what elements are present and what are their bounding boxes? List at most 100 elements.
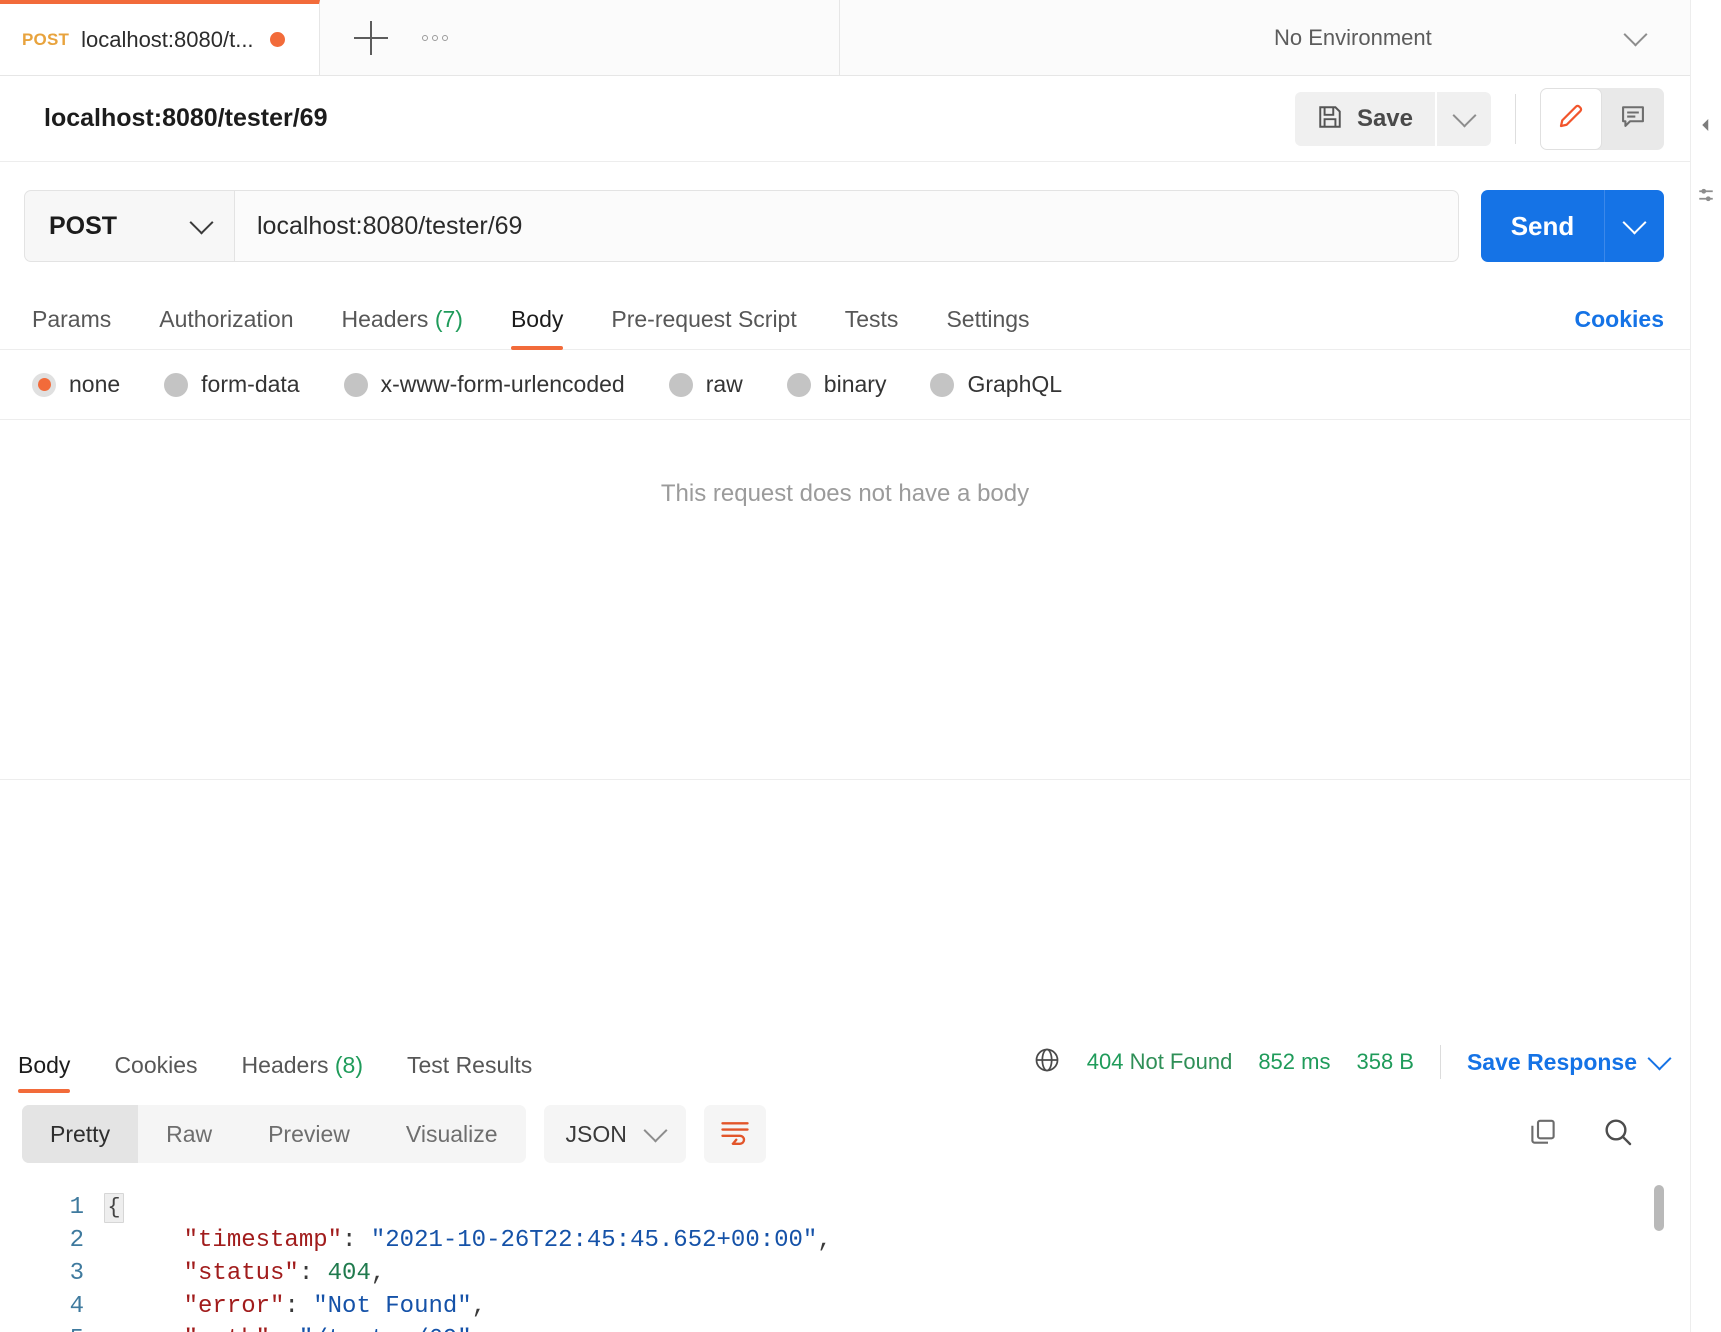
tab-bar-actions [320, 0, 840, 75]
response-meta: 404 Not Found 852 ms 358 B Save Response [1033, 1045, 1672, 1093]
json-key: "path" [184, 1326, 270, 1332]
tab-label: Settings [946, 306, 1030, 332]
body-type-urlencoded[interactable]: x-www-form-urlencoded [343, 371, 625, 398]
view-preview[interactable]: Preview [240, 1105, 378, 1163]
json-value-link[interactable]: /tester/69 [313, 1326, 457, 1332]
sliders-icon[interactable] [1697, 186, 1715, 209]
method-selector[interactable]: POST [24, 190, 234, 262]
line-number: 4 [69, 1293, 84, 1320]
tab-pre-request-script[interactable]: Pre-request Script [611, 306, 796, 349]
body-type-raw[interactable]: raw [668, 371, 743, 398]
response-body-viewer[interactable]: 1 { 2 "timestamp": "2021-10-26T22:45:45.… [0, 1173, 1690, 1332]
edit-mode-button[interactable] [1540, 87, 1602, 150]
tab-settings[interactable]: Settings [946, 306, 1029, 349]
save-button-label: Save [1356, 104, 1413, 132]
json-key: "timestamp" [183, 1227, 343, 1254]
json-comma: , [370, 1260, 386, 1287]
response-time: 852 ms [1258, 1049, 1331, 1074]
radio-icon [343, 372, 368, 397]
body-type-graphql[interactable]: GraphQL [930, 371, 1062, 398]
language-selector[interactable]: JSON [543, 1105, 686, 1163]
view-raw[interactable]: Raw [138, 1105, 240, 1163]
cookies-link[interactable]: Cookies [1575, 306, 1664, 349]
radio-icon [32, 372, 56, 397]
body-type-binary[interactable]: binary [786, 371, 887, 398]
request-tab[interactable]: POST localhost:8080/t... [0, 0, 320, 75]
json-value: "Not Found" [313, 1293, 472, 1320]
tab-tests[interactable]: Tests [845, 306, 899, 349]
search-icon[interactable] [1602, 1116, 1634, 1153]
tab-label: Authorization [159, 306, 294, 332]
collapse-arrow-icon[interactable] [1697, 116, 1715, 139]
line-number: 5 [0, 1323, 104, 1332]
word-wrap-icon [720, 1119, 750, 1150]
divider [1515, 93, 1516, 144]
code-scrollbar-thumb-top[interactable] [1654, 1185, 1664, 1231]
tab-headers[interactable]: Headers (7) [342, 306, 463, 349]
unsaved-dot-icon [269, 32, 285, 47]
save-button[interactable]: Save [1294, 91, 1435, 146]
method-selector-value: POST [49, 211, 118, 240]
fold-marker [104, 1257, 126, 1290]
response-tab-cookies[interactable]: Cookies [114, 1052, 197, 1093]
comment-button[interactable] [1602, 88, 1664, 150]
tab-label: Params [32, 306, 112, 332]
send-dropdown-button[interactable] [1604, 190, 1664, 262]
tab-body[interactable]: Body [510, 306, 564, 350]
view-pretty[interactable]: Pretty [22, 1105, 139, 1163]
globe-icon [1033, 1046, 1061, 1079]
code-text: "timestamp": "2021-10-26T22:45:45.652+00… [126, 1224, 832, 1257]
body-type-label: binary [823, 371, 887, 397]
ellipsis-icon[interactable] [422, 34, 448, 41]
radio-icon [786, 372, 811, 397]
tab-authorization[interactable]: Authorization [159, 306, 293, 349]
code-line: 1 { [0, 1191, 1690, 1224]
empty-body-text: This request does not have a body [660, 480, 1030, 507]
json-colon: : [270, 1326, 299, 1332]
code-line: 2 "timestamp": "2021-10-26T22:45:45.652+… [0, 1224, 1690, 1257]
save-response-button[interactable]: Save Response [1467, 1046, 1672, 1076]
tab-params[interactable]: Params [32, 306, 111, 349]
url-input[interactable] [257, 211, 1436, 241]
body-type-label: none [69, 371, 121, 397]
status-code: 404 [1086, 1049, 1124, 1074]
body-type-form-data[interactable]: form-data [164, 371, 300, 398]
tab-label: Pre-request Script [611, 306, 797, 332]
json-value: 404 [327, 1260, 371, 1287]
fold-marker[interactable]: { [104, 1191, 126, 1224]
json-comma: , [817, 1227, 832, 1254]
save-group: Save [1294, 91, 1491, 146]
tab-label: Headers [341, 306, 429, 332]
response-view-segment: Pretty Raw Preview Visualize [22, 1105, 526, 1163]
floppy-disk-icon [1317, 104, 1343, 133]
response-tab-test-results[interactable]: Test Results [407, 1052, 532, 1093]
response-tabs: Body Cookies Headers (8) Test Results 40… [0, 1027, 1690, 1093]
send-button[interactable]: Send [1481, 190, 1604, 262]
line-number: 2 [69, 1227, 84, 1254]
copy-icon[interactable] [1528, 1117, 1558, 1152]
json-colon: : [284, 1293, 314, 1320]
json-colon: : [342, 1227, 371, 1254]
view-visualize[interactable]: Visualize [378, 1105, 526, 1163]
response-tab-body[interactable]: Body [18, 1052, 71, 1093]
body-type-options: none form-data x-www-form-urlencoded raw… [0, 350, 1690, 420]
pencil-icon [1556, 101, 1586, 136]
plus-icon[interactable] [354, 20, 388, 55]
environment-selector[interactable]: No Environment [1274, 21, 1648, 51]
url-input-wrapper [234, 190, 1459, 262]
code-line: 4 "error": "Not Found", [0, 1290, 1690, 1323]
right-sidebar [1690, 0, 1721, 1332]
json-comma: , [471, 1293, 487, 1320]
response-tab-headers[interactable]: Headers (8) [242, 1052, 363, 1093]
save-dropdown-button[interactable] [1437, 91, 1491, 146]
page-title: localhost:8080/tester/69 [44, 104, 328, 132]
fold-marker [104, 1323, 126, 1332]
chevron-down-icon [1647, 1046, 1672, 1071]
tab-label: Test Results [407, 1052, 533, 1078]
tab-label: Tests [844, 306, 899, 332]
line-number: 3 [69, 1260, 84, 1287]
word-wrap-button[interactable] [703, 1105, 766, 1163]
body-type-label: raw [705, 371, 743, 397]
body-type-none[interactable]: none [32, 371, 120, 398]
main-column: POST localhost:8080/t... No Environment … [0, 0, 1690, 1332]
